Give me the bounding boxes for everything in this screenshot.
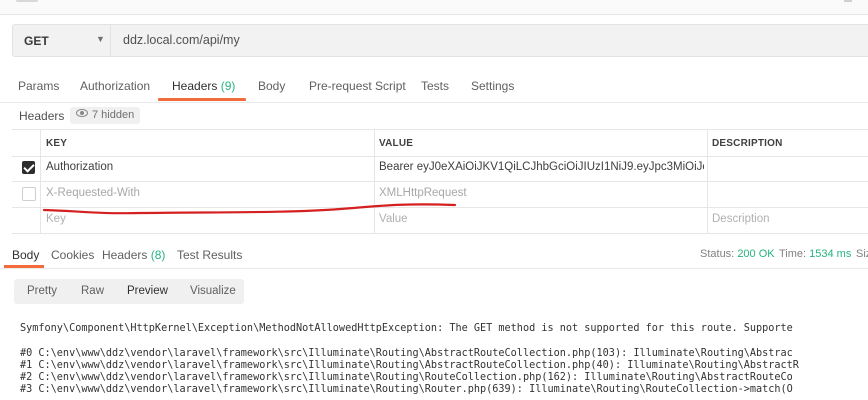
row-checkbox[interactable]	[22, 187, 36, 201]
response-tab-headers-count: (8)	[150, 248, 166, 262]
active-response-tab-indicator	[4, 265, 44, 268]
time-readout: Time: 1534 ms	[779, 248, 851, 260]
headers-toolbar: Headers 7 hidden	[0, 104, 868, 128]
response-body-line: #3 C:\env\www\ddz\vendor\laravel\framewo…	[20, 384, 793, 395]
response-tab-body[interactable]: Body	[12, 248, 39, 262]
column-header-key: KEY	[46, 138, 68, 149]
column-header-description: DESCRIPTION	[712, 138, 783, 149]
view-visualize-button[interactable]: Visualize	[190, 285, 236, 297]
response-body-line: #0 C:\env\www\ddz\vendor\laravel\framewo…	[20, 348, 793, 359]
headers-title: Headers	[19, 109, 65, 123]
header-key[interactable]: X-Requested-With	[46, 187, 366, 199]
new-description-input[interactable]: Description	[712, 213, 868, 225]
status-readout: Status: 200 OK	[700, 248, 775, 260]
column-header-value: VALUE	[379, 138, 414, 149]
hidden-headers-toggle[interactable]: 7 hidden	[70, 107, 141, 124]
hidden-headers-label: 7 hidden	[92, 109, 135, 121]
top-strip	[0, 0, 868, 15]
size-label: Siz	[856, 248, 868, 260]
time-value: 1534 ms	[809, 248, 852, 260]
new-key-input[interactable]: Key	[46, 213, 366, 225]
status-label: Status:	[700, 248, 735, 260]
response-tabs: Body Cookies Headers (8) Test Results St…	[0, 238, 868, 269]
header-value[interactable]: XMLHttpRequest	[379, 187, 704, 199]
view-raw-button[interactable]: Raw	[81, 285, 104, 297]
header-key[interactable]: Authorization	[46, 161, 366, 173]
tab-params[interactable]: Params	[18, 79, 59, 93]
tab-headers-count: (9)	[220, 79, 236, 93]
row-checkbox[interactable]	[22, 161, 35, 174]
response-tab-cookies[interactable]: Cookies	[51, 248, 94, 262]
table-row: X-Requested-With XMLHttpRequest	[12, 181, 868, 208]
response-body-line: #1 C:\env\www\ddz\vendor\laravel\framewo…	[20, 360, 799, 371]
tab-headers[interactable]: Headers (9)	[172, 79, 235, 93]
table-row: Authorization Bearer eyJ0eXAiOiJKV1QiLCJ…	[12, 155, 868, 182]
partial-icon-remnant	[844, 0, 852, 2]
response-tab-test-results[interactable]: Test Results	[177, 248, 242, 262]
response-tab-headers-label: Headers	[102, 248, 148, 262]
tab-pre-request-script[interactable]: Pre-request Script	[309, 79, 406, 93]
tab-authorization[interactable]: Authorization	[80, 79, 150, 93]
response-body-line: Symfony\Component\HttpKernel\Exception\M…	[20, 323, 793, 334]
table-row-new: Key Value Description	[12, 207, 868, 234]
eye-icon	[76, 109, 88, 117]
new-value-input[interactable]: Value	[379, 213, 704, 225]
view-mode-bar: Pretty Raw Preview Visualize	[14, 279, 244, 304]
header-value[interactable]: Bearer eyJ0eXAiOiJKV1QiLCJhbGciOiJIUzI1N…	[379, 161, 704, 173]
table-header-row: KEY VALUE DESCRIPTION	[12, 129, 868, 157]
method-label: GET	[24, 34, 49, 48]
tab-body[interactable]: Body	[258, 79, 285, 93]
method-select[interactable]: GET ▼	[13, 25, 111, 56]
request-url-bar: GET ▼ ddz.local.com/api/my	[12, 24, 868, 57]
tab-settings[interactable]: Settings	[471, 79, 514, 93]
caret-down-icon: ▼	[96, 34, 105, 44]
headers-table: KEY VALUE DESCRIPTION Authorization Bear…	[12, 129, 868, 234]
partial-tab-remnant	[16, 0, 38, 2]
tab-headers-label: Headers	[172, 79, 218, 93]
time-label: Time:	[779, 248, 807, 260]
active-tab-indicator	[158, 98, 246, 101]
response-body-line: #2 C:\env\www\ddz\vendor\laravel\framewo…	[20, 372, 793, 383]
url-input[interactable]: ddz.local.com/api/my	[123, 33, 240, 47]
view-pretty-button[interactable]: Pretty	[27, 285, 57, 297]
request-tabs: Params Authorization Headers (9) Body Pr…	[0, 70, 868, 103]
tab-tests[interactable]: Tests	[421, 79, 449, 93]
status-value: 200 OK	[737, 248, 775, 260]
response-tab-headers[interactable]: Headers (8)	[102, 248, 165, 262]
view-preview-button[interactable]: Preview	[127, 285, 168, 297]
